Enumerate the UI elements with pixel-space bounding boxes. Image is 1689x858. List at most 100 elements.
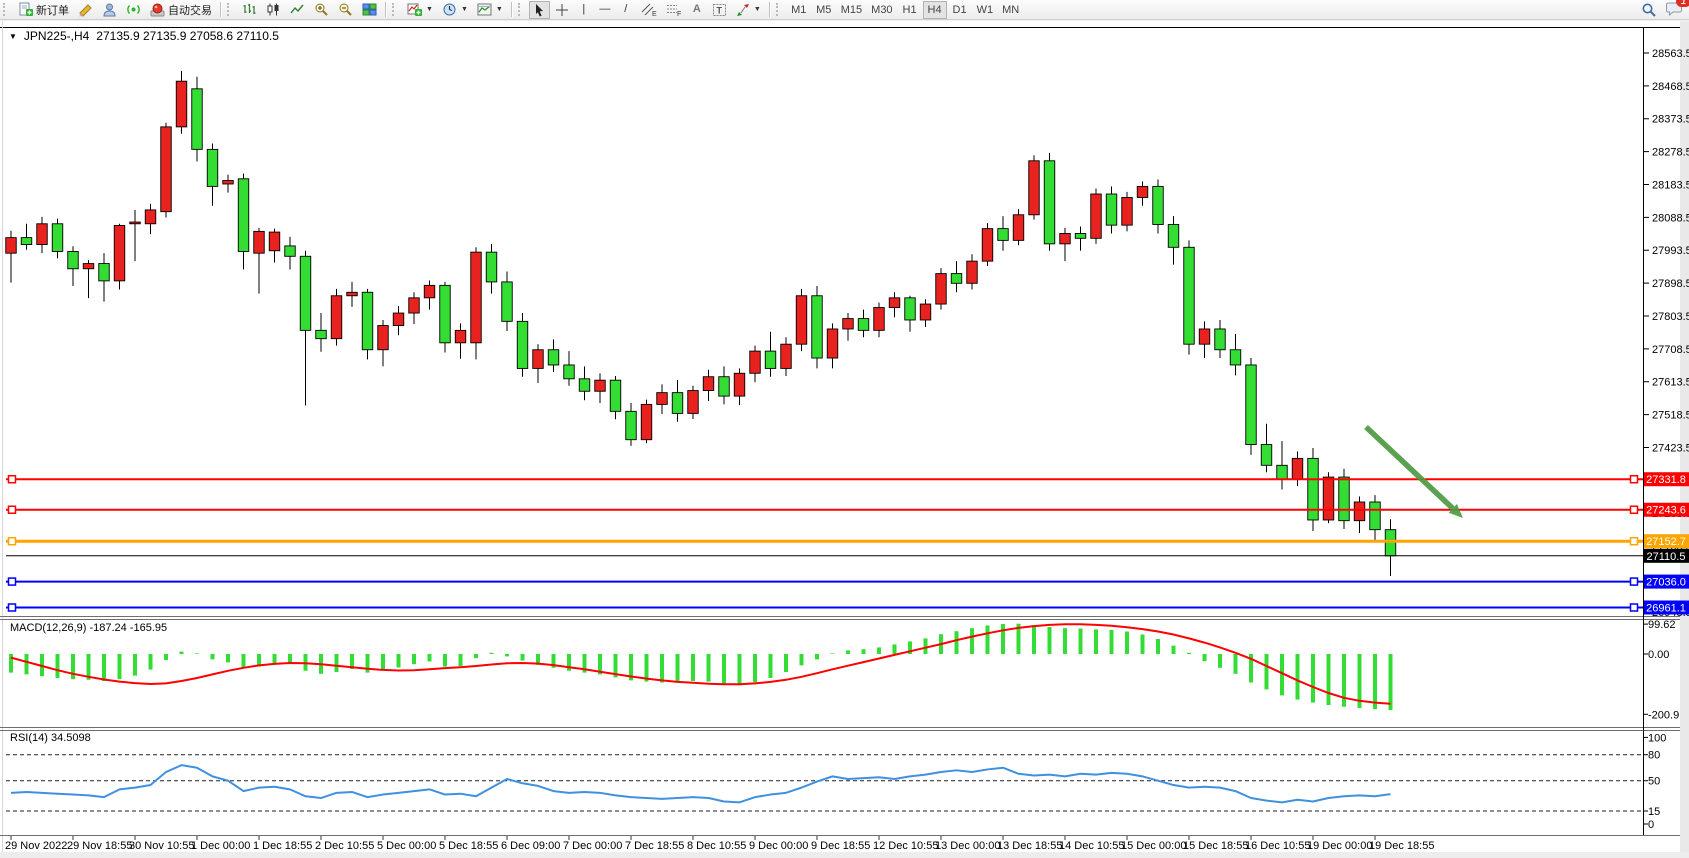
candle-down [812,296,823,358]
indicators-icon [407,2,422,17]
crosshair-tool-button[interactable] [551,1,573,19]
candle-down [1261,445,1272,466]
line-anchor-handle[interactable] [9,506,16,513]
candle-down [1075,233,1086,238]
timeframe-W1[interactable]: W1 [973,1,998,19]
candle-up [1137,186,1148,197]
arrows-tool-button[interactable]: ▼ [732,1,765,19]
candle-up [688,391,699,414]
toolbar-grip[interactable] [518,3,525,16]
candle-up [378,326,389,350]
toolbar-grip[interactable] [227,3,234,16]
time-tick-label: 1 Dec 18:55 [253,840,312,852]
price-chart[interactable]: 28563.528468.528373.528278.528183.528088… [0,0,1689,858]
line-anchor-handle[interactable] [9,578,16,585]
candle-down [1215,329,1226,350]
timeframe-M30[interactable]: M30 [867,1,896,19]
rsi-indicator-label: RSI(14) 34.5098 [10,732,91,744]
line-anchor-handle[interactable] [9,538,16,545]
toolbar-grip[interactable] [3,3,10,16]
candle-down [502,282,513,321]
zoom-out-icon [338,2,353,17]
channel-tool-button[interactable]: E [637,1,661,19]
time-tick-label: 14 Dec 10:55 [1059,840,1124,852]
time-tick-label: 29 Nov 2022 [5,840,67,852]
timeframe-H1[interactable]: H1 [898,1,922,19]
periods-button[interactable]: ▼ [438,1,472,19]
time-tick-label: 9 Dec 00:00 [749,840,808,852]
bar-chart-button[interactable] [238,1,261,19]
toolbar-grip[interactable] [392,3,399,16]
timeframe-D1[interactable]: D1 [948,1,972,19]
line-anchor-handle[interactable] [1631,604,1638,611]
price-tick-label: 27613.5 [1652,377,1689,389]
line-anchor-handle[interactable] [9,604,16,611]
candlestick-chart-button[interactable] [262,1,285,19]
fibonacci-tool-button[interactable]: F [662,1,686,19]
candle-up [1292,458,1303,479]
time-tick-label: 19 Dec 00:00 [1307,840,1372,852]
price-tick-label: 28563.5 [1652,48,1689,60]
dropdown-caret-icon: ▼ [496,6,503,13]
line-anchor-handle[interactable] [1631,538,1638,545]
trendline-tool-button[interactable]: / [616,1,636,19]
line-anchor-handle[interactable] [9,476,16,483]
indicators-button[interactable]: ▼ [403,1,437,19]
profile-button[interactable] [98,1,121,19]
text-icon: A [693,4,701,15]
time-tick-label: 13 Dec 00:00 [935,840,1000,852]
line-chart-button[interactable] [286,1,309,19]
line-anchor-handle[interactable] [1631,506,1638,513]
candle-down [99,264,110,281]
price-tick-label: 28278.5 [1652,147,1689,159]
templates-button[interactable]: ▼ [473,1,507,19]
candle-up [161,127,172,212]
time-tick-label: 15 Dec 18:55 [1183,840,1248,852]
time-tick-label: 8 Dec 10:55 [687,840,746,852]
timeframe-H4[interactable]: H4 [923,1,947,19]
vertical-line-icon: | [582,4,585,15]
line-anchor-handle[interactable] [1631,476,1638,483]
price-tick-label: 28183.5 [1652,179,1689,191]
zoom-out-button[interactable] [334,1,357,19]
candle-down [316,330,327,338]
label-tool-button[interactable]: T [708,1,731,19]
timeframe-MN[interactable]: MN [998,1,1023,19]
auto-trading-button[interactable]: 自动交易 [146,1,216,19]
cursor-tool-button[interactable] [529,1,550,19]
horizontal-line-tool-button[interactable]: — [595,1,615,19]
toolbar-separator [511,2,513,17]
candle-up [1323,477,1334,520]
search-button[interactable] [1637,1,1661,19]
candle-up [1091,194,1102,238]
timeframe-M5[interactable]: M5 [812,1,836,19]
text-tool-button[interactable]: A [687,1,707,19]
timeframe-M1[interactable]: M1 [787,1,811,19]
timeframe-M15[interactable]: M15 [837,1,866,19]
candle-down [1168,224,1179,247]
time-tick-label: 7 Dec 18:55 [625,840,684,852]
collapse-triangle-icon[interactable]: ▼ [9,32,17,41]
toolbar-grip[interactable] [776,3,783,16]
candle-down [719,377,730,396]
candle-up [936,274,947,304]
broadcast-button[interactable] [122,1,145,19]
zoom-in-button[interactable] [310,1,333,19]
crayon-button[interactable] [74,1,97,19]
candlestick-chart-icon [266,2,281,17]
dropdown-caret-icon: ▼ [426,6,433,13]
candle-down [1308,458,1319,520]
toolbar: 新订单 自动交易 ▼ ▼ ▼ [0,0,1689,20]
new-order-button[interactable]: 新订单 [14,1,73,19]
notifications-button[interactable]: 1 [1662,0,1687,21]
candle-down [21,238,32,245]
line-anchor-handle[interactable] [1631,578,1638,585]
candle-down [238,179,249,252]
tile-windows-button[interactable] [358,1,381,19]
price-tick-label: 28468.5 [1652,81,1689,93]
candle-down [1246,365,1257,445]
candle-down [285,246,296,256]
vertical-line-tool-button[interactable]: | [574,1,594,19]
candle-up [176,81,187,127]
candle-down [1184,247,1195,344]
